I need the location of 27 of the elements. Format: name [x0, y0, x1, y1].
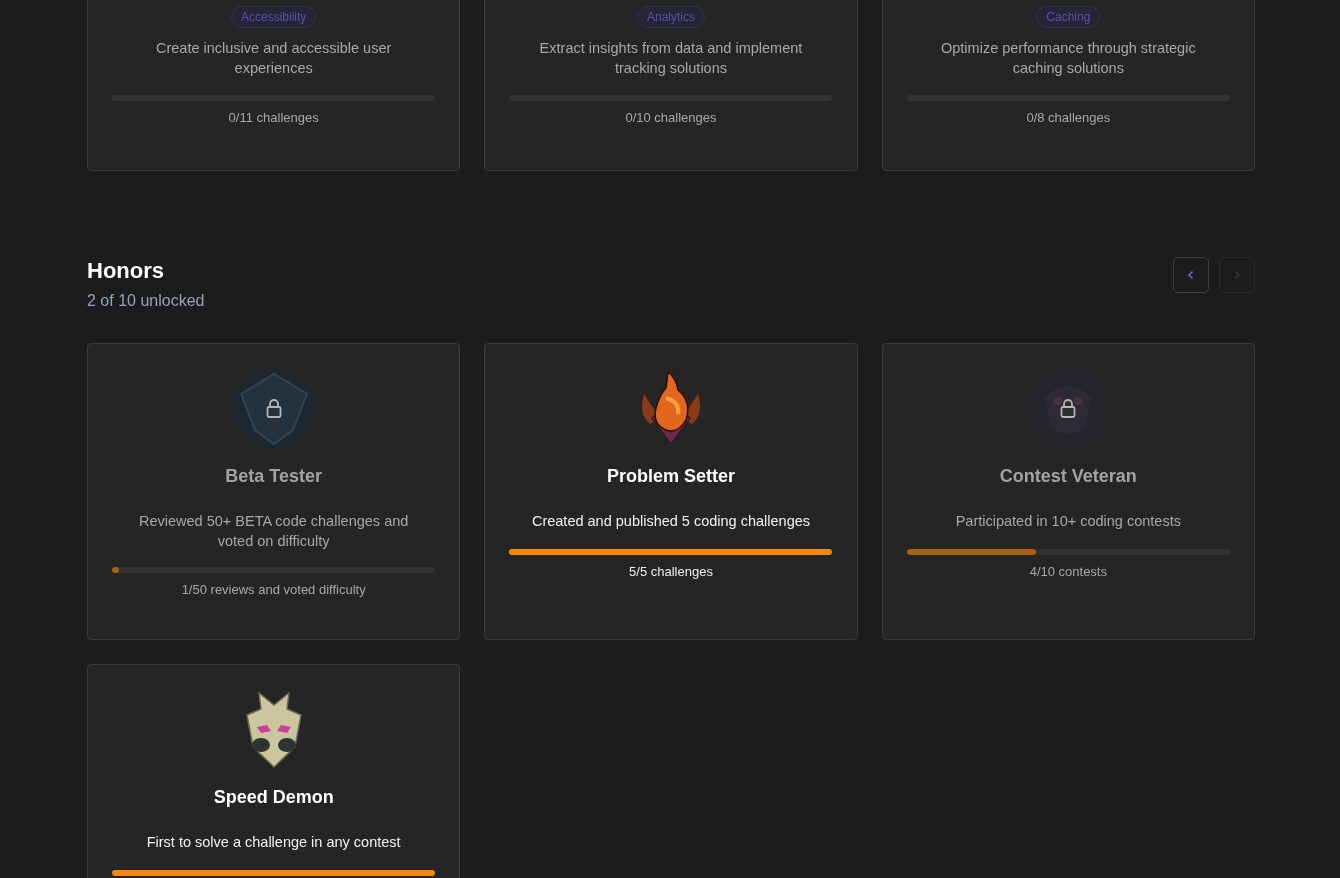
- category-description: Extract insights from data and implement tracking solutions: [538, 39, 804, 78]
- chevron-left-icon: [1186, 270, 1196, 280]
- honor-name: Beta Tester: [225, 466, 322, 487]
- progress-count: 5/5 challenges: [629, 564, 713, 579]
- lock-icon: [1060, 399, 1076, 418]
- lock-icon: [266, 399, 282, 418]
- honor-name: Speed Demon: [213, 787, 334, 808]
- honor-name: Contest Veteran: [999, 466, 1137, 487]
- category-tag: Caching: [1036, 6, 1101, 28]
- section-title: Honors: [87, 257, 165, 285]
- section-subtitle: 2 of 10 unlocked: [87, 292, 205, 310]
- category-tag: Accessibility: [231, 6, 317, 28]
- honor-name: Problem Setter: [606, 466, 735, 487]
- progress-count: 0/8 challenges: [1026, 110, 1111, 125]
- category-tag: Analytics: [636, 6, 705, 28]
- progress-count: 0/11 challenges: [228, 110, 319, 125]
- honor-description: Reviewed 50+ BETA code challenges and voted on difficulty: [137, 512, 410, 551]
- previous-button[interactable]: [1173, 257, 1209, 293]
- progress-count: 1/50 reviews and voted difficulty: [181, 582, 366, 597]
- chevron-right-icon: [1232, 270, 1242, 280]
- progress-count: 0/10 challenges: [625, 110, 717, 125]
- category-description: Create inclusive and accessible user experiences: [155, 39, 393, 78]
- category-description: Optimize performance through strategic caching solutions: [940, 39, 1197, 78]
- honor-description: Participated in 10+ coding contests: [954, 512, 1182, 531]
- honor-description: First to solve a challenge in any contest: [145, 833, 402, 852]
- honor-description: Created and published 5 coding challenges: [530, 512, 812, 531]
- progress-count: 4/10 contests: [1029, 564, 1107, 579]
